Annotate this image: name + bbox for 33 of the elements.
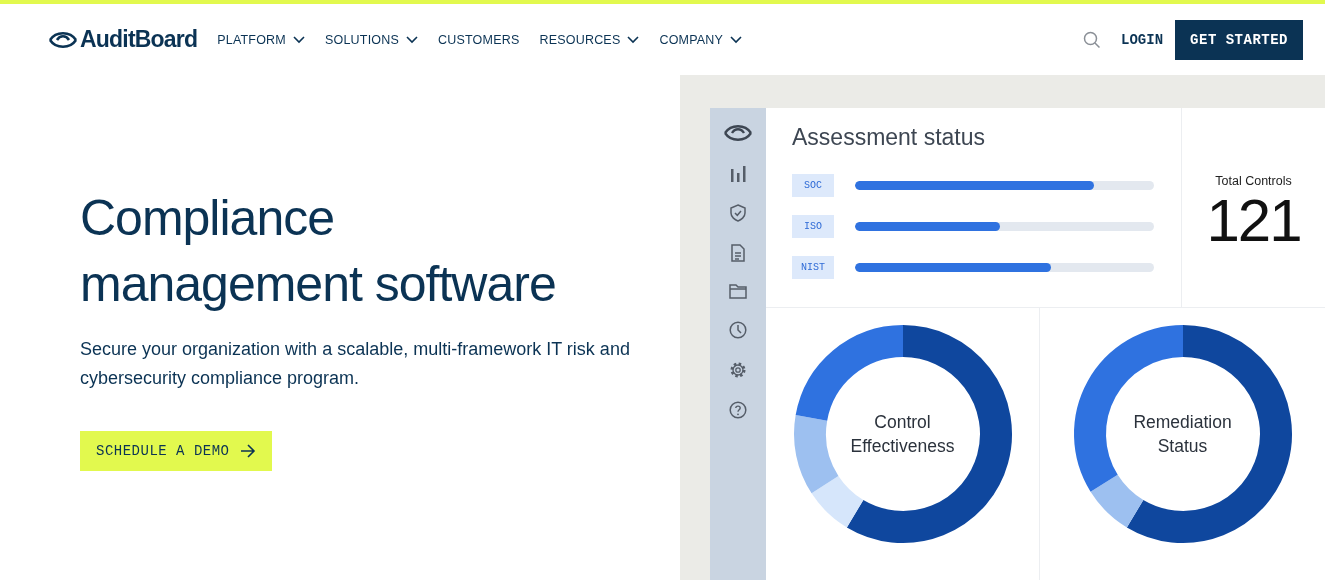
schedule-demo-button[interactable]: SCHEDULE A DEMO: [80, 431, 272, 471]
search-icon[interactable]: [1083, 30, 1102, 49]
chevron-down-icon: [730, 35, 743, 44]
total-controls-value: 121: [1206, 188, 1301, 254]
clock-icon[interactable]: [729, 321, 747, 339]
folder-icon[interactable]: [729, 284, 747, 299]
get-started-button[interactable]: GET STARTED: [1175, 19, 1303, 60]
help-icon[interactable]: [729, 401, 747, 419]
donut-label: Control Effectiveness: [850, 411, 955, 458]
hero-subtitle: Secure your organization with a scalable, multi-framework IT risk and cybersecurity compliance program.: [80, 338, 631, 390]
nav-link[interactable]: RESOURCES: [539, 32, 640, 47]
assessment-title: Assessment status: [792, 124, 987, 151]
chevron-down-icon: [292, 35, 305, 44]
shield-check-icon[interactable]: [730, 204, 746, 222]
logo-icon: [722, 122, 754, 144]
bar-chart-icon[interactable]: [729, 166, 747, 182]
document-icon[interactable]: [731, 244, 745, 262]
nav-link[interactable]: PLATFORM: [217, 32, 305, 47]
hero-title: Compliance management software: [80, 189, 557, 314]
chevron-down-icon: [627, 35, 640, 44]
chevron-down-icon: [406, 35, 418, 44]
arrow-right-icon: [239, 444, 256, 458]
donut-label: Remediation Status: [1133, 411, 1232, 458]
nav-link[interactable]: SOLUTIONS: [324, 32, 418, 47]
brand-name[interactable]: AuditBoard: [80, 26, 198, 53]
gear-icon[interactable]: [729, 361, 747, 379]
framework-tag: NIST: [792, 256, 834, 279]
nav-link[interactable]: COMPANY: [659, 32, 743, 47]
framework-tag: SOC: [792, 174, 834, 197]
framework-tag: ISO: [792, 215, 834, 238]
nav-link[interactable]: CUSTOMERS: [438, 32, 520, 47]
total-controls-label: Total Controls: [1215, 174, 1292, 188]
login-link[interactable]: LOGIN: [1121, 31, 1164, 48]
